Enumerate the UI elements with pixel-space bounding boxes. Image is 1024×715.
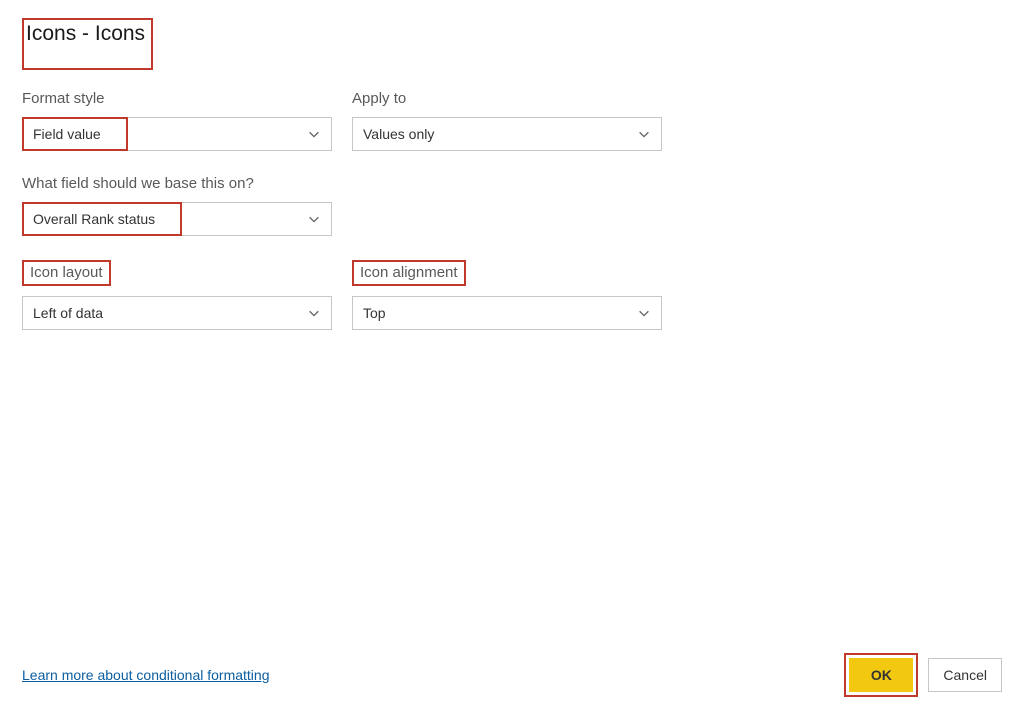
dialog-footer: Learn more about conditional formatting … [22, 653, 1002, 697]
icon-layout-label: Icon layout [30, 264, 103, 281]
ok-button[interactable]: OK [849, 658, 913, 692]
apply-to-field: Apply to Values only [352, 90, 662, 151]
icon-layout-field: Icon layout Left of data [22, 260, 332, 330]
row-layout-alignment: Icon layout Left of data Icon alignment … [22, 260, 1002, 330]
icon-layout-dropdown[interactable]: Left of data [22, 296, 332, 330]
icon-layout-label-highlight: Icon layout [22, 260, 111, 286]
apply-to-value: Values only [363, 126, 434, 142]
dialog-title-highlight: Icons - Icons [22, 18, 153, 70]
base-field-section: What field should we base this on? Overa… [22, 175, 1002, 236]
base-field-dropdown[interactable]: Overall Rank status [22, 202, 332, 236]
format-style-dropdown[interactable]: Field value [22, 117, 332, 151]
chevron-down-icon [637, 306, 651, 320]
chevron-down-icon [307, 306, 321, 320]
learn-more-link[interactable]: Learn more about conditional formatting [22, 667, 269, 683]
chevron-down-icon [307, 212, 321, 226]
format-style-field: Format style Field value [22, 90, 332, 151]
icon-alignment-label-highlight: Icon alignment [352, 260, 466, 286]
icon-alignment-dropdown[interactable]: Top [352, 296, 662, 330]
icon-alignment-label: Icon alignment [360, 264, 458, 281]
base-field-label: What field should we base this on? [22, 175, 1002, 192]
apply-to-dropdown[interactable]: Values only [352, 117, 662, 151]
dialog-title: Icons - Icons [26, 22, 145, 46]
row-format-apply: Format style Field value Apply to Values… [22, 90, 1002, 151]
apply-to-label: Apply to [352, 90, 662, 107]
chevron-down-icon [307, 127, 321, 141]
icon-alignment-field: Icon alignment Top [352, 260, 662, 330]
icon-layout-value: Left of data [33, 305, 103, 321]
base-field-value: Overall Rank status [33, 211, 155, 227]
icon-alignment-value: Top [363, 305, 386, 321]
chevron-down-icon [637, 127, 651, 141]
format-style-label: Format style [22, 90, 332, 107]
format-style-value: Field value [33, 126, 101, 142]
footer-buttons: OK Cancel [844, 653, 1002, 697]
ok-button-highlight: OK [844, 653, 918, 697]
cancel-button[interactable]: Cancel [928, 658, 1002, 692]
